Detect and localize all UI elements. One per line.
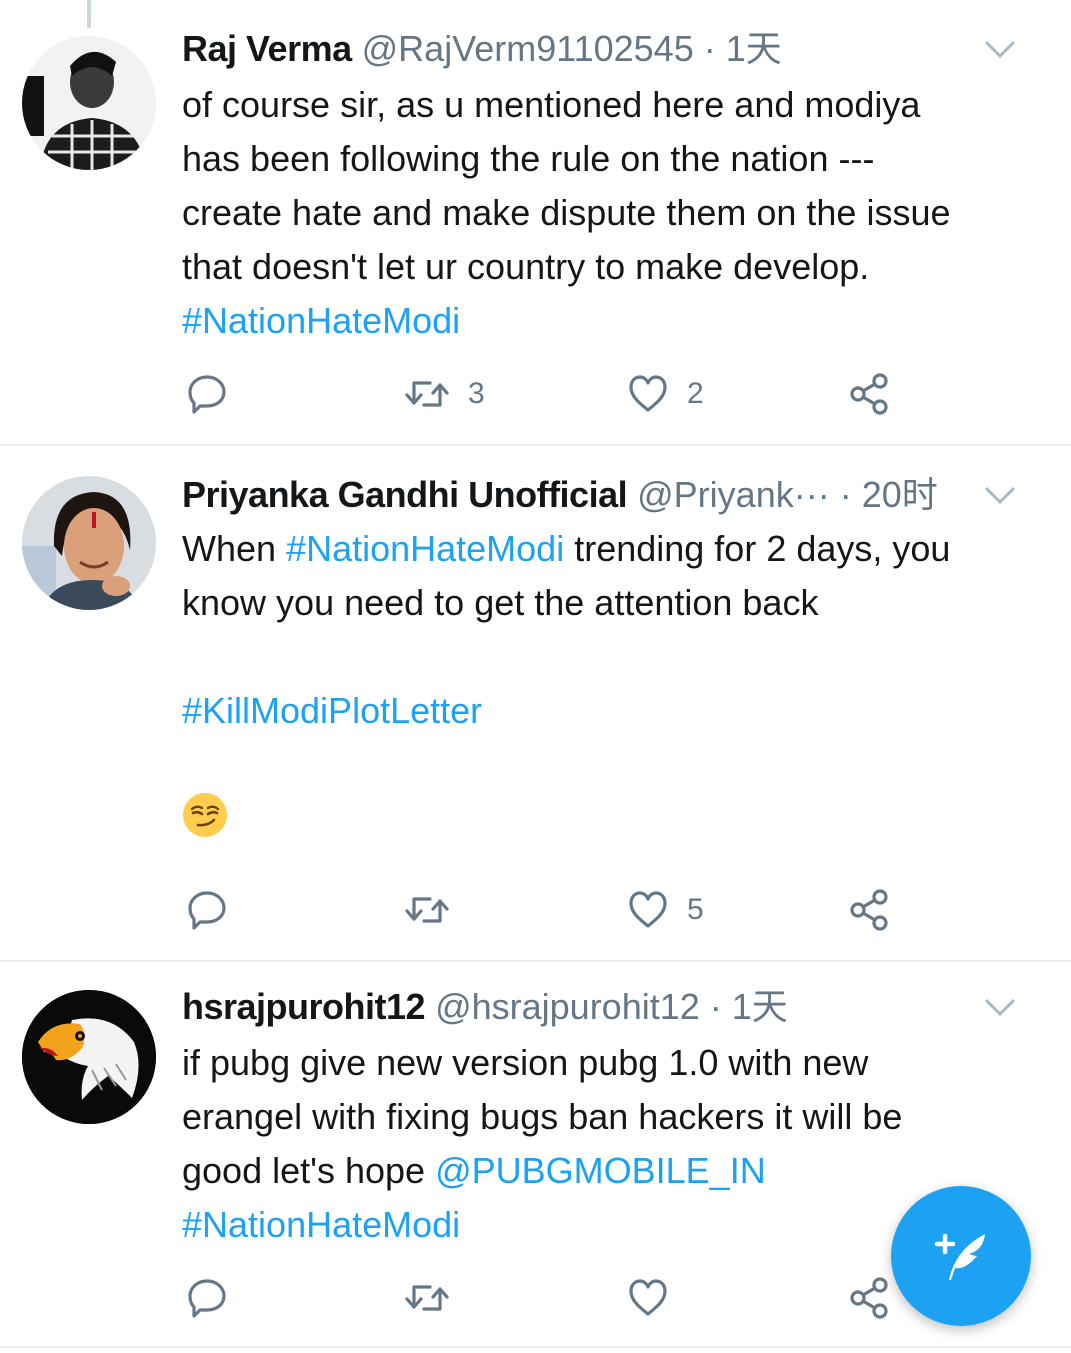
mention-link[interactable]: @PUBGMOBILE_IN — [435, 1150, 766, 1191]
avatar[interactable] — [22, 36, 156, 170]
tweet-text-segment: good let's hope — [182, 1150, 436, 1191]
tweet-text: When #NationHateModi trending for 2 days… — [182, 522, 1052, 853]
tweet-line: that doesn't let ur country to make deve… — [182, 246, 870, 287]
hashtag-link[interactable]: #NationHateModi — [182, 1204, 460, 1245]
chevron-down-icon[interactable] — [983, 996, 1017, 1018]
display-name[interactable]: hsrajpurohit12 — [182, 986, 426, 1027]
retweet-icon — [405, 897, 449, 923]
share-icon — [850, 889, 888, 931]
hashtag-link[interactable]: #NationHateModi — [286, 528, 564, 569]
like-button[interactable]: 5 — [627, 882, 704, 938]
reply-icon — [188, 1279, 226, 1318]
separator: · — [829, 474, 862, 515]
tweet-line: know you need to get the attention back — [182, 582, 819, 623]
tweet-header: hsrajpurohit12 @hsrajpurohit12 · 1天 — [182, 982, 1051, 1032]
retweet-icon — [405, 381, 449, 407]
reply-icon — [188, 375, 226, 414]
tweet-header: Priyanka Gandhi Unofficial @Priyank··· ·… — [182, 470, 1051, 520]
display-name[interactable]: Raj Verma — [182, 28, 352, 69]
avatar[interactable] — [22, 476, 156, 610]
tweet-line: has been following the rule on the natio… — [182, 138, 875, 179]
compose-icon — [934, 1233, 985, 1280]
tweet-raj-verma[interactable]: Raj Verma @RajVerm91102545 · 1天 of cours… — [0, 0, 1071, 446]
retweet-count: 3 — [468, 377, 485, 410]
share-button[interactable] — [848, 1270, 890, 1326]
like-count: 2 — [687, 377, 704, 410]
separator: · — [699, 986, 732, 1027]
retweet-icon — [405, 1285, 449, 1311]
timestamp[interactable]: 1天 — [732, 986, 788, 1027]
reply-button[interactable] — [186, 1270, 228, 1326]
user-handle[interactable]: @hsrajpurohit12 — [435, 986, 700, 1027]
compose-tweet-button[interactable] — [891, 1186, 1031, 1326]
share-button[interactable] — [848, 882, 890, 938]
user-handle[interactable]: @RajVerm91102545 — [362, 28, 694, 69]
reply-icon — [188, 891, 226, 930]
display-name[interactable]: Priyanka Gandhi Unofficial — [182, 474, 628, 515]
tweet-line: erangel with fixing bugs ban hackers it … — [182, 1096, 903, 1137]
share-button[interactable] — [848, 366, 890, 422]
tweet-actions: 3 2 — [0, 366, 1071, 422]
share-icon — [850, 373, 888, 415]
tweet-actions: 5 — [0, 882, 1071, 938]
like-icon — [629, 891, 667, 928]
chevron-down-icon[interactable] — [983, 484, 1017, 506]
avatar[interactable] — [22, 990, 156, 1124]
user-handle[interactable]: @Priyank··· — [637, 474, 830, 515]
reply-button[interactable] — [186, 366, 228, 422]
retweet-button[interactable]: 3 — [404, 366, 485, 422]
timestamp[interactable]: 20时 — [862, 474, 938, 515]
like-icon — [629, 1279, 667, 1316]
reply-button[interactable] — [186, 882, 228, 938]
tweet-text-segment: trending for 2 days, you — [564, 528, 951, 569]
separator: · — [693, 28, 726, 69]
like-button[interactable]: 2 — [627, 366, 704, 422]
like-icon — [629, 375, 667, 412]
like-count: 5 — [687, 893, 704, 926]
hashtag-link[interactable]: #KillModiPlotLetter — [182, 690, 482, 731]
timestamp[interactable]: 1天 — [726, 28, 782, 69]
tweet-text: of course sir, as u mentioned here and m… — [182, 78, 1052, 348]
like-button[interactable] — [627, 1270, 669, 1326]
tweet-text-segment: When — [182, 528, 287, 569]
chevron-down-icon[interactable] — [983, 38, 1017, 60]
retweet-button[interactable] — [404, 1270, 450, 1326]
tweet-header: Raj Verma @RajVerm91102545 · 1天 — [182, 24, 1051, 74]
smirking-face-emoji — [183, 793, 227, 837]
hashtag-link[interactable]: #NationHateModi — [182, 300, 460, 341]
retweet-button[interactable] — [404, 882, 450, 938]
tweet-line: if pubg give new version pubg 1.0 with n… — [182, 1042, 869, 1083]
share-icon — [850, 1277, 888, 1319]
tweet-priyanka-gandhi-unofficial[interactable]: Priyanka Gandhi Unofficial @Priyank··· ·… — [0, 444, 1071, 962]
tweet-line: create hate and make dispute them on the… — [182, 192, 951, 233]
tweet-line: of course sir, as u mentioned here and m… — [182, 84, 921, 125]
